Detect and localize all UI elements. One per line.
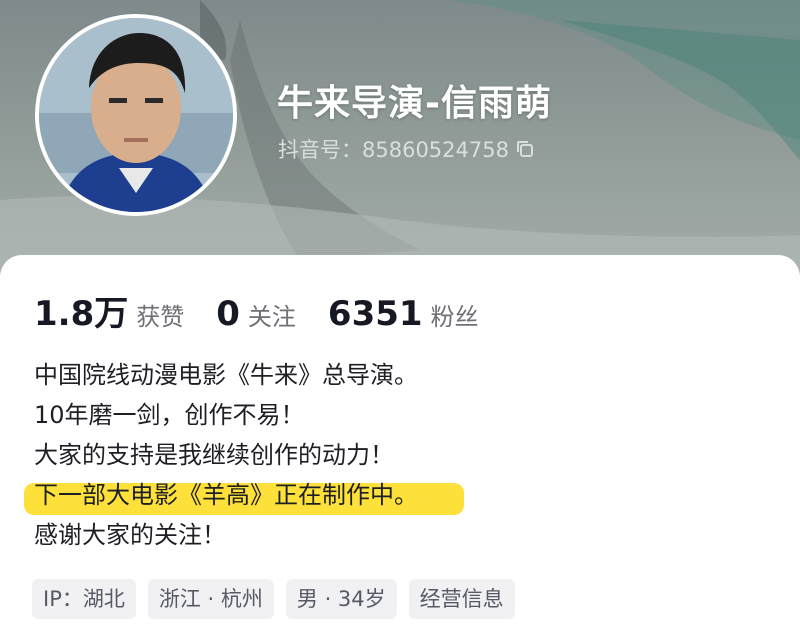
- likes-label: 获赞: [136, 303, 185, 331]
- bio-line-text: 下一部大电影《羊高》正在制作中。: [34, 481, 418, 509]
- avatar[interactable]: [35, 14, 237, 216]
- profile-name: 牛来导演-信雨萌: [277, 83, 552, 124]
- copy-icon[interactable]: [515, 139, 535, 159]
- tag-gender-age: 男 · 34岁: [285, 579, 397, 619]
- account-id-text: 抖音号：85860524758: [278, 138, 509, 162]
- bio-text: 中国院线动漫电影《牛来》总导演。 10年磨一剑，创作不易！ 大家的支持是我继续创…: [24, 355, 464, 555]
- bio-line: 中国院线动漫电影《牛来》总导演。: [34, 355, 418, 395]
- bio-line-text: 10年磨一剑，创作不易！: [34, 401, 305, 429]
- bio-line-text: 大家的支持是我继续创作的动力！: [34, 441, 394, 469]
- bio-line-text: 中国院线动漫电影《牛来》总导演。: [34, 361, 418, 389]
- following-count[interactable]: 0: [216, 294, 240, 334]
- bio-line-highlighted: 下一部大电影《羊高》正在制作中。: [24, 475, 464, 515]
- bio-line: 感谢大家的关注！: [34, 515, 418, 555]
- bio-line: 大家的支持是我继续创作的动力！: [34, 435, 418, 475]
- profile-tags: IP：湖北 浙江 · 杭州 男 · 34岁 经营信息: [32, 579, 515, 619]
- stats-row: 1.8万 获赞 0 关注 6351 粉丝: [34, 286, 479, 335]
- following-label[interactable]: 关注: [248, 297, 296, 332]
- followers-label[interactable]: 粉丝: [431, 297, 479, 332]
- account-id-row[interactable]: 抖音号：85860524758: [278, 134, 535, 164]
- tag-business-info[interactable]: 经营信息: [408, 579, 515, 619]
- tag-city: 浙江 · 杭州: [147, 579, 274, 619]
- tag-ip-location: IP：湖北: [32, 579, 136, 619]
- bio-line-text: 感谢大家的关注！: [34, 521, 226, 549]
- bio-line: 10年磨一剑，创作不易！: [34, 395, 418, 435]
- avatar-photo-icon: [39, 18, 233, 212]
- followers-count[interactable]: 6351: [328, 294, 423, 334]
- likes-count: 1.8万: [34, 294, 129, 334]
- profile-header-banner: 牛来导演-信雨萌 抖音号：85860524758: [0, 0, 800, 275]
